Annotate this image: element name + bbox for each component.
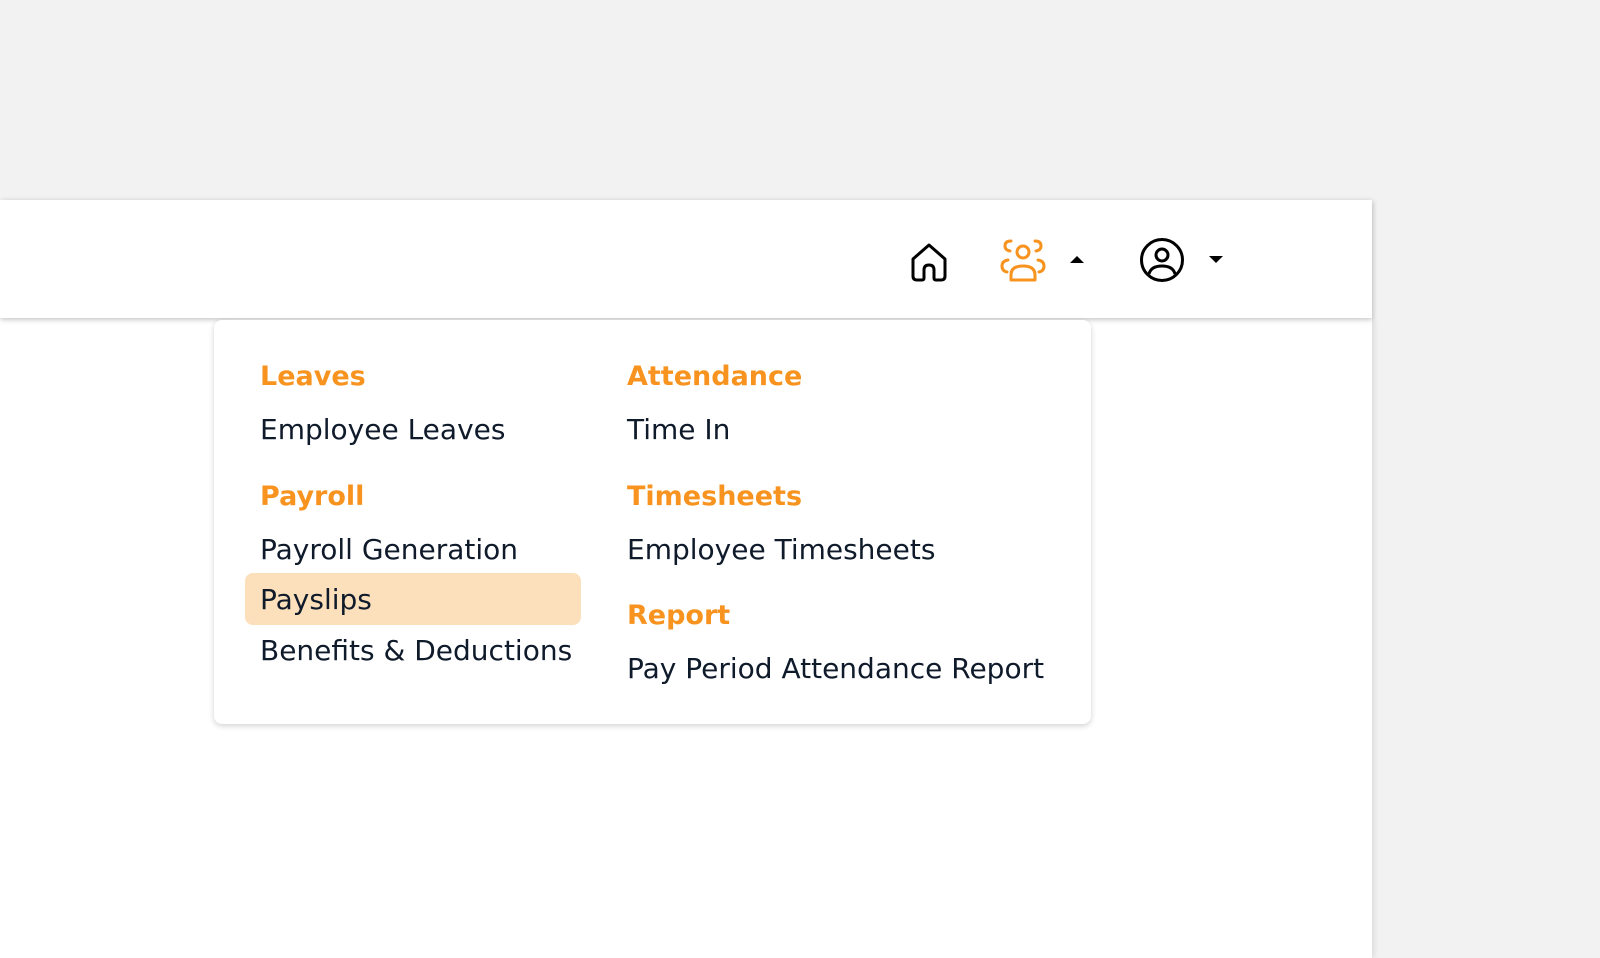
menu-item-label: Payslips	[260, 582, 372, 616]
people-menu-button[interactable]	[996, 234, 1050, 286]
menu-item-label: Payroll Generation	[260, 532, 519, 566]
group-title-report: Report	[627, 600, 731, 631]
group-title-attendance: Attendance	[627, 361, 803, 392]
group-title-leaves: Leaves	[260, 361, 366, 392]
top-navbar	[0, 200, 1372, 318]
menu-item-label: Employee Timesheets	[627, 532, 936, 566]
menu-item-pay-period-attendance-report[interactable]: Pay Period Attendance Report	[612, 642, 1072, 694]
menu-item-employee-timesheets[interactable]: Employee Timesheets	[612, 523, 1072, 575]
menu-item-label: Employee Leaves	[260, 412, 506, 446]
people-dropdown-menu: Leaves Employee Leaves Payroll Payroll G…	[214, 320, 1091, 724]
user-profile-button[interactable]	[1136, 234, 1188, 286]
menu-item-label: Benefits & Deductions	[260, 633, 573, 667]
people-group-icon	[1000, 239, 1046, 282]
group-title-timesheets: Timesheets	[627, 481, 803, 512]
menu-item-benefits-deductions[interactable]: Benefits & Deductions	[245, 624, 581, 676]
menu-item-employee-leaves[interactable]: Employee Leaves	[245, 403, 581, 455]
menu-item-payroll-generation[interactable]: Payroll Generation	[245, 523, 581, 575]
home-icon	[911, 243, 947, 282]
caret-down-icon[interactable]	[1207, 253, 1225, 265]
caret-up-icon[interactable]	[1068, 253, 1086, 265]
menu-item-label: Time In	[627, 412, 731, 446]
group-title-payroll: Payroll	[260, 481, 365, 512]
menu-item-label: Pay Period Attendance Report	[627, 651, 1045, 685]
menu-item-payslips[interactable]: Payslips	[245, 573, 581, 625]
home-button[interactable]	[904, 237, 954, 287]
menu-item-time-in[interactable]: Time In	[612, 403, 1072, 455]
user-circle-icon	[1140, 238, 1184, 282]
